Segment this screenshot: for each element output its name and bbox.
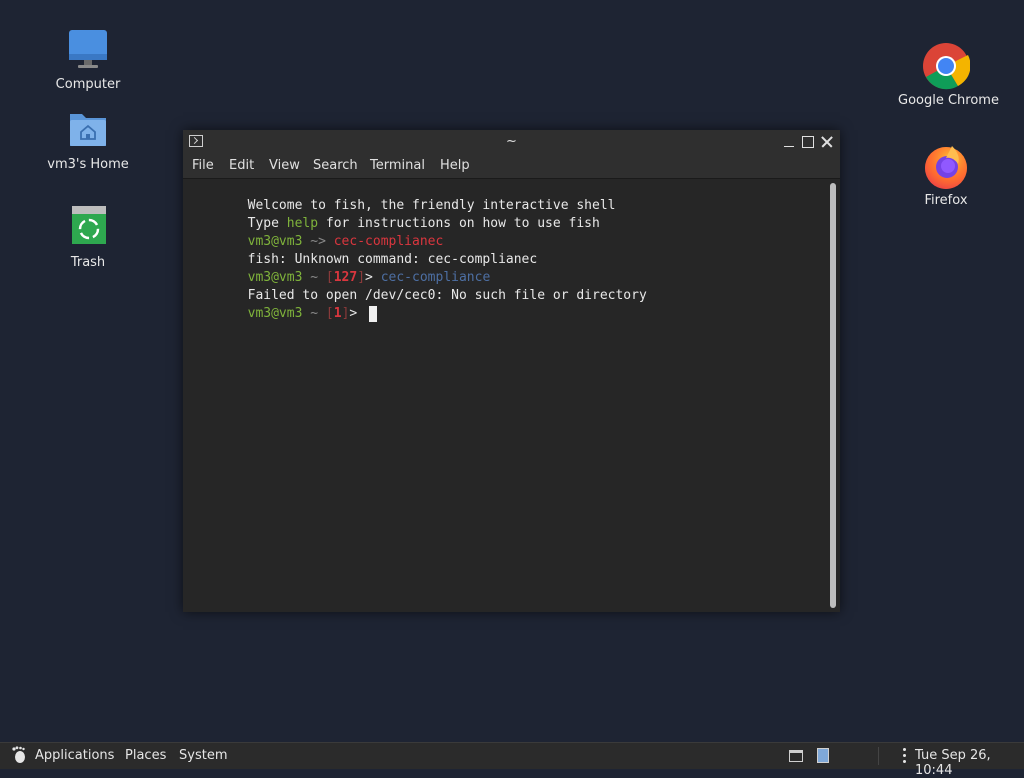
menu-view[interactable]: View xyxy=(269,158,300,173)
firefox-icon xyxy=(922,142,970,190)
desktop-icon-firefox[interactable]: Firefox xyxy=(898,142,994,209)
prompt-line: vm3@vm3 ~ [127]> cec-compliance xyxy=(247,270,491,285)
desktop: Computer vm3's Home Trash Google Chrome … xyxy=(0,0,1024,742)
system-menu[interactable]: System xyxy=(179,748,227,763)
chrome-icon xyxy=(922,42,971,90)
desktop-icon-trash[interactable]: Trash xyxy=(40,204,136,271)
terminal-output[interactable]: Welcome to fish, the friendly interactiv… xyxy=(183,179,827,612)
menubar: File Edit View Search Terminal Help xyxy=(183,154,840,179)
home-folder-icon xyxy=(64,106,112,154)
window-title: ~ xyxy=(506,134,517,149)
close-button[interactable] xyxy=(819,134,835,150)
desktop-icon-home[interactable]: vm3's Home xyxy=(40,106,136,173)
menu-terminal[interactable]: Terminal xyxy=(370,158,425,173)
desktop-icon-label: vm3's Home xyxy=(43,156,133,173)
desktop-icon-label: Trash xyxy=(66,254,110,271)
gnome-foot-icon[interactable] xyxy=(10,746,28,764)
clock[interactable]: Tue Sep 26, 10:44 xyxy=(915,748,1024,778)
prompt-line: vm3@vm3 ~> cec-complianec xyxy=(247,234,444,249)
bottom-panel: Applications Places System Tue Sep 26, 1… xyxy=(0,742,1024,778)
computer-icon xyxy=(64,26,112,74)
scrollbar-thumb[interactable] xyxy=(830,183,836,608)
menu-search[interactable]: Search xyxy=(313,158,358,173)
places-menu[interactable]: Places xyxy=(125,748,166,763)
terminal-window[interactable]: ~ File Edit View Search Terminal Help We… xyxy=(183,130,840,612)
desktop-icon-label: Computer xyxy=(51,76,125,93)
output-line: Welcome to fish, the friendly interactiv… xyxy=(247,198,616,213)
vertical-scrollbar[interactable] xyxy=(827,179,840,612)
trash-icon xyxy=(64,204,112,252)
menu-edit[interactable]: Edit xyxy=(229,158,254,173)
output-line: Type help for instructions on how to use… xyxy=(247,216,600,231)
output-line: fish: Unknown command: cec-complianec xyxy=(247,252,538,267)
applications-menu[interactable]: Applications xyxy=(35,748,114,763)
output-line: Failed to open /dev/cec0: No such file o… xyxy=(247,288,647,303)
prompt-line: vm3@vm3 ~ [1]> xyxy=(185,287,378,322)
menu-help[interactable]: Help xyxy=(440,158,470,173)
desktop-icon-label: Google Chrome xyxy=(894,92,1003,109)
window-titlebar[interactable]: ~ xyxy=(183,130,840,154)
panel-separator xyxy=(878,747,879,765)
workspace-switcher[interactable] xyxy=(817,748,829,763)
menu-file[interactable]: File xyxy=(192,158,214,173)
text-cursor xyxy=(369,305,378,322)
show-desktop-icon[interactable] xyxy=(789,750,803,762)
desktop-icon-chrome[interactable]: Google Chrome xyxy=(894,42,1003,109)
minimize-button[interactable] xyxy=(781,134,797,150)
desktop-icon-label: Firefox xyxy=(920,192,972,209)
panel-handle-icon[interactable] xyxy=(903,748,907,764)
maximize-button[interactable] xyxy=(800,134,816,150)
desktop-icon-computer[interactable]: Computer xyxy=(40,26,136,93)
